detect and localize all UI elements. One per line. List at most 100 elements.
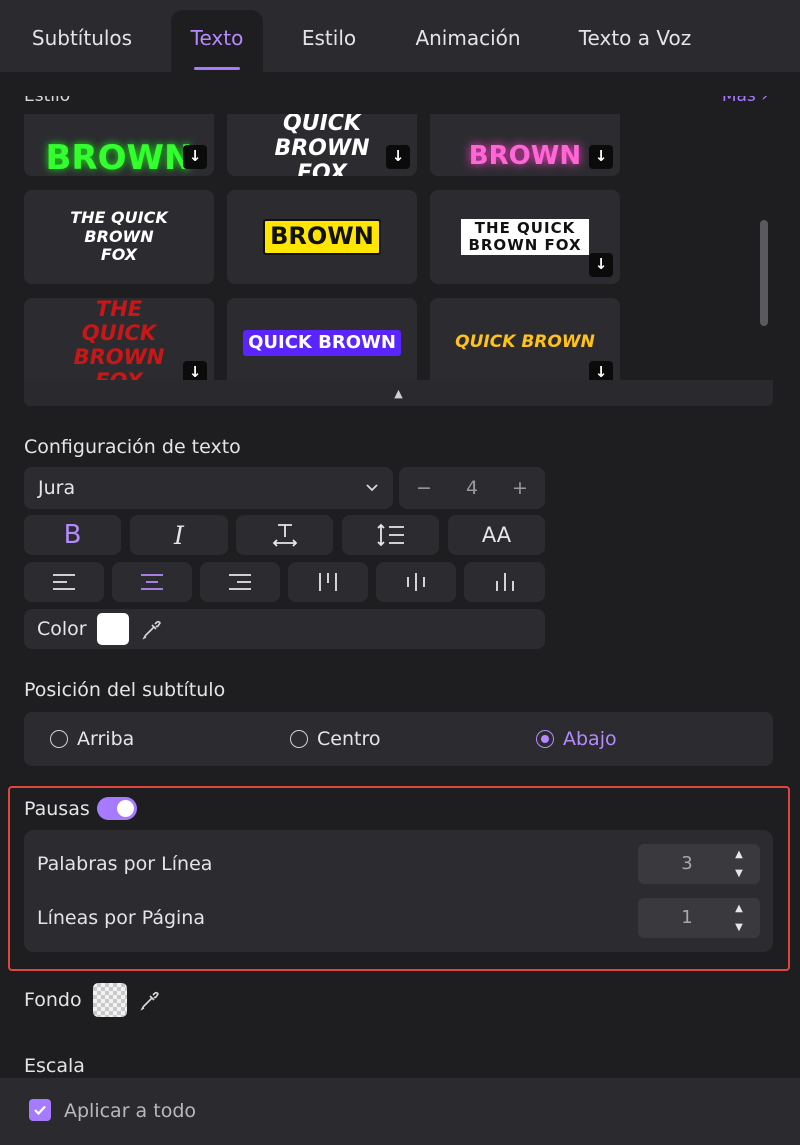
tab-texto[interactable]: Texto xyxy=(171,10,263,72)
letter-spacing-button[interactable] xyxy=(236,515,333,555)
style-gallery: BROWN ↓ THE QUICK BROWN FOX ↓ BROWN ↓ TH… xyxy=(0,114,760,380)
style-tile[interactable]: THE QUICK BROWN FOX ↓ xyxy=(430,190,620,284)
text-case-button[interactable]: AA xyxy=(448,515,545,555)
bold-icon: B xyxy=(63,520,82,550)
valign-middle-button[interactable] xyxy=(376,562,456,602)
style-section-label: Estilo xyxy=(24,86,71,106)
download-icon[interactable]: ↓ xyxy=(183,361,207,380)
italic-icon: I xyxy=(174,520,184,550)
tab-label: Texto xyxy=(190,26,244,50)
position-option-arriba[interactable]: Arriba xyxy=(50,712,134,766)
tab-animacion[interactable]: Animación xyxy=(396,10,540,72)
align-center-button[interactable] xyxy=(112,562,192,602)
letter-spacing-icon xyxy=(272,524,297,547)
pauses-label: Pausas xyxy=(24,798,90,820)
toggle-knob xyxy=(117,800,134,817)
font-select[interactable]: Jura xyxy=(24,467,393,509)
chevron-up-icon: ▲ xyxy=(394,386,403,400)
download-icon[interactable]: ↓ xyxy=(589,361,613,380)
case-icon: AA xyxy=(481,523,512,547)
download-icon[interactable]: ↓ xyxy=(589,145,613,169)
radio-label: Abajo xyxy=(563,728,617,750)
style-tile[interactable]: THE QUICK BROWN FOX ↓ xyxy=(24,298,214,380)
chevron-down-icon xyxy=(366,484,378,492)
valign-bottom-button[interactable] xyxy=(464,562,545,602)
style-preview: THE QUICK BROWN FOX xyxy=(70,208,168,265)
active-tab-indicator xyxy=(194,67,240,70)
lines-per-page-value: 1 xyxy=(681,907,693,928)
valign-middle-icon xyxy=(407,573,425,591)
style-tile[interactable]: QUICK BROWN ↓ xyxy=(430,298,620,380)
background-label: Fondo xyxy=(24,989,82,1011)
align-left-button[interactable] xyxy=(24,562,104,602)
style-tile[interactable]: THE QUICK BROWN FOX xyxy=(24,190,214,284)
line-spacing-button[interactable] xyxy=(342,515,439,555)
font-size-value[interactable]: 4 xyxy=(466,477,478,499)
line-spacing-icon xyxy=(376,523,404,547)
words-per-line-label: Palabras por Línea xyxy=(37,853,213,875)
words-per-line-value: 3 xyxy=(681,853,693,874)
style-tile[interactable]: BROWN ↓ xyxy=(430,114,620,176)
increase-size-button[interactable]: + xyxy=(512,477,528,499)
background-color-swatch[interactable] xyxy=(93,983,127,1017)
increment-icon[interactable]: ▲ xyxy=(732,904,746,914)
apply-all-label: Aplicar a todo xyxy=(64,1100,196,1122)
style-tile[interactable]: THE QUICK BROWN FOX ↓ xyxy=(227,114,417,176)
style-preview: BROWN xyxy=(45,138,193,176)
style-preview: BROWN xyxy=(468,141,582,172)
valign-top-button[interactable] xyxy=(288,562,368,602)
style-tile[interactable]: QUICK BROWN xyxy=(227,298,417,380)
text-color-swatch[interactable] xyxy=(96,613,129,645)
style-tile[interactable]: BROWN xyxy=(227,190,417,284)
position-radio-group: Arriba Centro Abajo xyxy=(24,712,773,766)
align-left-icon xyxy=(53,574,75,590)
lines-per-page-label: Líneas por Página xyxy=(37,907,205,929)
gallery-scrollbar[interactable] xyxy=(760,220,768,326)
bold-button[interactable]: B xyxy=(24,515,121,555)
more-styles-link[interactable]: Más › xyxy=(722,96,768,106)
tab-estilo[interactable]: Estilo xyxy=(282,10,376,72)
pauses-toggle[interactable] xyxy=(97,797,137,820)
align-right-button[interactable] xyxy=(200,562,280,602)
radio-icon xyxy=(290,730,308,748)
scale-label: Escala xyxy=(24,1055,85,1077)
style-tile[interactable]: BROWN ↓ xyxy=(24,114,214,176)
radio-label: Centro xyxy=(317,728,381,750)
pauses-panel: Palabras por Línea 3 ▲ ▼ Líneas por Pági… xyxy=(24,830,773,952)
font-size-stepper[interactable]: − 4 + xyxy=(399,467,545,509)
valign-bottom-icon xyxy=(495,573,514,591)
style-preview: THE QUICK BROWN FOX xyxy=(274,114,370,176)
valign-top-icon xyxy=(319,573,337,591)
decrement-icon[interactable]: ▼ xyxy=(732,923,746,933)
style-preview: THE QUICK BROWN FOX xyxy=(73,298,165,380)
position-option-abajo[interactable]: Abajo xyxy=(536,712,617,766)
download-icon[interactable]: ↓ xyxy=(589,253,613,277)
eyedropper-icon[interactable] xyxy=(141,618,163,640)
decrement-icon[interactable]: ▼ xyxy=(732,869,746,879)
radio-selected-icon xyxy=(536,730,554,748)
text-config-heading: Configuración de texto xyxy=(24,436,241,458)
words-per-line-input[interactable]: 3 ▲ ▼ xyxy=(638,844,760,884)
download-icon[interactable]: ↓ xyxy=(183,145,207,169)
font-name: Jura xyxy=(38,477,76,499)
eyedropper-icon[interactable] xyxy=(139,989,161,1011)
italic-button[interactable]: I xyxy=(130,515,228,555)
tab-texto-a-voz[interactable]: Texto a Voz xyxy=(560,10,710,72)
tab-label: Texto a Voz xyxy=(578,26,692,50)
tab-label: Subtítulos xyxy=(31,26,133,50)
apply-all-checkbox[interactable] xyxy=(29,1099,51,1121)
collapse-gallery-button[interactable]: ▲ xyxy=(24,380,773,406)
position-option-centro[interactable]: Centro xyxy=(290,712,380,766)
tab-label: Estilo xyxy=(301,26,357,50)
tab-label: Animación xyxy=(415,26,521,50)
increment-icon[interactable]: ▲ xyxy=(732,850,746,860)
style-preview: THE QUICK BROWN FOX xyxy=(461,218,589,256)
checkmark-icon xyxy=(34,1105,46,1116)
tab-subtitulos[interactable]: Subtítulos xyxy=(14,10,150,72)
lines-per-page-input[interactable]: 1 ▲ ▼ xyxy=(638,898,760,938)
color-label: Color xyxy=(37,618,87,640)
text-color-row: Color xyxy=(24,609,545,649)
style-preview: BROWN xyxy=(263,219,381,255)
download-icon[interactable]: ↓ xyxy=(386,145,410,169)
decrease-size-button[interactable]: − xyxy=(416,477,432,499)
